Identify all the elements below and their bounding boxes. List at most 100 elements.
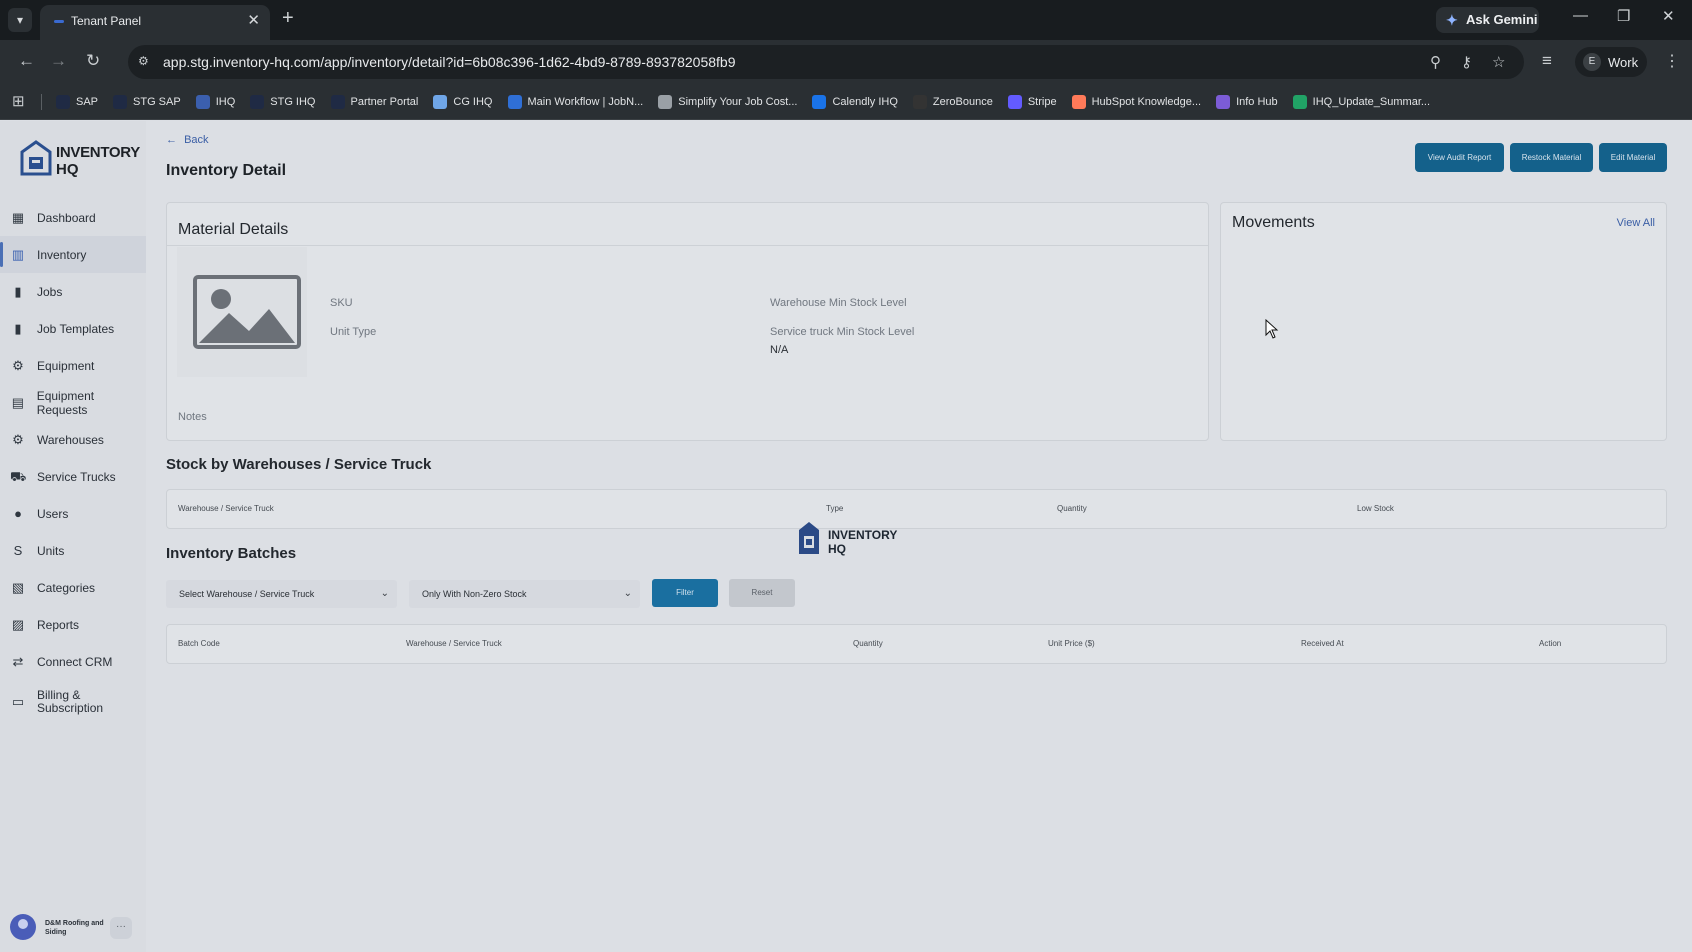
sidebar-icon: ▨ bbox=[11, 616, 25, 632]
sidebar-item-billing-subscription[interactable]: ▭ Billing & Subscription bbox=[0, 680, 146, 724]
bookmark-star-icon[interactable]: ☆ bbox=[1492, 53, 1505, 71]
bookmark-item[interactable]: ZeroBounce bbox=[912, 95, 993, 109]
stock-col-type: Type bbox=[826, 504, 844, 513]
site-info-icon[interactable]: ⚙ bbox=[138, 54, 149, 68]
bookmark-item[interactable]: SAP bbox=[56, 95, 98, 109]
bookmark-favicon-icon bbox=[812, 95, 827, 109]
ask-gemini-button[interactable]: ✦ Ask Gemini bbox=[1436, 7, 1539, 33]
back-link[interactable]: ← Back bbox=[166, 134, 209, 146]
movements-title: Movements bbox=[1232, 214, 1315, 231]
bookmark-item[interactable]: Simplify Your Job Cost... bbox=[658, 95, 797, 109]
reset-button[interactable]: Reset bbox=[729, 579, 795, 607]
stock-col-low-stock: Low Stock bbox=[1357, 504, 1394, 513]
bookmark-list: SAP STG SAP IHQ STG IHQ Partner Portal CG IHQ… bbox=[56, 84, 1445, 120]
bookmark-item[interactable]: HubSpot Knowledge... bbox=[1071, 95, 1202, 109]
bookmark-item[interactable]: CG IHQ bbox=[433, 95, 493, 109]
stock-section-title: Stock by Warehouses / Service Truck bbox=[166, 456, 432, 473]
window-close-icon[interactable]: ✕ bbox=[1662, 7, 1675, 25]
reload-icon[interactable]: ↻ bbox=[86, 51, 100, 71]
browser-tab-bar: ▾ Tenant Panel ✕ + ✦ Ask Gemini — ❐ ✕ bbox=[0, 0, 1692, 40]
sidebar-item-label: Jobs bbox=[37, 284, 63, 299]
stock-col-warehouse: Warehouse / Service Truck bbox=[178, 504, 274, 513]
bookmarks-bar: ⊞ SAP STG SAP IHQ STG IHQ Partner Portal CG I… bbox=[0, 84, 1692, 120]
bookmarks-divider bbox=[41, 94, 42, 110]
tab-title: Tenant Panel bbox=[71, 14, 142, 28]
bookmark-favicon-icon bbox=[433, 95, 448, 109]
sidebar-item-label: Users bbox=[37, 506, 69, 521]
view-audit-report-button[interactable]: View Audit Report bbox=[1415, 143, 1504, 172]
password-key-icon[interactable]: ⚷ bbox=[1461, 53, 1472, 71]
minimize-icon[interactable]: — bbox=[1573, 7, 1588, 24]
bookmark-item[interactable]: Calendly IHQ bbox=[812, 95, 898, 109]
sidebar-item-connect-crm[interactable]: ⇄ Connect CRM bbox=[0, 643, 146, 680]
stock-filter-select[interactable]: Only With Non-Zero Stock ⌄ bbox=[409, 580, 640, 608]
bookmark-item[interactable]: Main Workflow | JobN... bbox=[507, 95, 643, 109]
sidebar-item-dashboard[interactable]: ▦ Dashboard bbox=[0, 199, 146, 236]
sidebar: INVENTORY HQ ▦ Dashboard ▥ Inventory ▮ Jobs ▮ J… bbox=[0, 121, 146, 952]
sidebar-item-units[interactable]: S Units bbox=[0, 532, 146, 569]
tab-search-chevron-icon[interactable]: ▾ bbox=[8, 8, 32, 32]
sidebar-item-service-trucks[interactable]: ⛟ Service Trucks bbox=[0, 458, 146, 495]
omnibox[interactable]: ⚙ app.stg.inventory-hq.com/app/inventory… bbox=[128, 45, 1524, 79]
sidebar-icon: ⚙ bbox=[12, 357, 24, 373]
back-arrow-icon[interactable]: ← bbox=[18, 51, 35, 71]
browser-tab[interactable]: Tenant Panel ✕ bbox=[40, 5, 270, 40]
forward-arrow-icon[interactable]: → bbox=[50, 51, 67, 71]
restore-icon[interactable]: ❐ bbox=[1617, 7, 1630, 25]
profile-avatar: E bbox=[1583, 53, 1601, 71]
new-tab-icon[interactable]: + bbox=[282, 7, 294, 30]
loading-logo: INVENTORY HQ bbox=[798, 521, 918, 557]
url-text[interactable]: app.stg.inventory-hq.com/app/inventory/d… bbox=[163, 54, 735, 70]
media-queue-icon[interactable]: ≡ bbox=[1542, 51, 1552, 71]
filter-button[interactable]: Filter bbox=[652, 579, 718, 607]
bookmark-item[interactable]: Partner Portal bbox=[330, 95, 418, 109]
sidebar-item-equipment-requests[interactable]: ▤ Equipment Requests bbox=[0, 384, 146, 421]
sidebar-item-label: Dashboard bbox=[37, 210, 96, 225]
zoom-icon[interactable]: ⚲ bbox=[1430, 53, 1441, 71]
company-switcher[interactable]: D&M Roofing and Siding ··· bbox=[10, 914, 136, 942]
warehouse-select[interactable]: Select Warehouse / Service Truck ⌄ bbox=[166, 580, 397, 608]
sidebar-item-label: Categories bbox=[37, 580, 96, 595]
sidebar-icon: ▭ bbox=[11, 694, 25, 709]
main-content: ← Back Inventory Detail View Audit Repor… bbox=[146, 121, 1692, 952]
bookmark-label: ZeroBounce bbox=[932, 96, 993, 108]
bookmark-item[interactable]: IHQ bbox=[195, 95, 235, 109]
sidebar-item-users[interactable]: ● Users bbox=[0, 495, 146, 532]
edit-material-button[interactable]: Edit Material bbox=[1599, 143, 1667, 172]
bookmark-item[interactable]: STG SAP bbox=[113, 95, 181, 109]
truck-min-stock-value: N/A bbox=[770, 344, 789, 356]
address-bar-row: ← → ↻ ⚙ app.stg.inventory-hq.com/app/inv… bbox=[0, 40, 1692, 84]
batches-col-received-at: Received At bbox=[1301, 639, 1344, 648]
browser-menu-icon[interactable]: ⋮ bbox=[1664, 51, 1680, 71]
chevron-down-icon: ⌄ bbox=[623, 588, 632, 599]
restock-material-button[interactable]: Restock Material bbox=[1510, 143, 1593, 172]
bookmark-item[interactable]: Stripe bbox=[1007, 95, 1057, 109]
sidebar-item-label: Billing & Subscription bbox=[37, 688, 104, 715]
company-name: D&M Roofing and Siding bbox=[45, 920, 104, 936]
inventory-hq-logo[interactable]: INVENTORY HQ bbox=[20, 139, 140, 179]
bookmark-item[interactable]: Info Hub bbox=[1216, 95, 1278, 109]
sidebar-icon: S bbox=[13, 542, 23, 558]
company-more-button[interactable]: ··· bbox=[110, 917, 132, 939]
tab-close-icon[interactable]: ✕ bbox=[247, 11, 260, 29]
gemini-sparkle-icon: ✦ bbox=[1446, 12, 1458, 28]
bookmark-favicon-icon bbox=[1292, 95, 1307, 109]
sidebar-item-reports[interactable]: ▨ Reports bbox=[0, 606, 146, 643]
sidebar-item-jobs[interactable]: ▮ Jobs bbox=[0, 273, 146, 310]
sidebar-item-warehouses[interactable]: ⚙ Warehouses bbox=[0, 421, 146, 458]
bookmark-item[interactable]: STG IHQ bbox=[250, 95, 316, 109]
chevron-down-icon: ⌄ bbox=[380, 588, 389, 599]
sidebar-item-categories[interactable]: ▧ Categories bbox=[0, 569, 146, 606]
bookmark-item[interactable]: IHQ_Update_Summar... bbox=[1292, 95, 1430, 109]
view-all-link[interactable]: View All bbox=[1617, 217, 1655, 229]
sidebar-item-equipment[interactable]: ⚙ Equipment bbox=[0, 347, 146, 384]
profile-label: Work bbox=[1608, 55, 1639, 70]
sidebar-item-job-templates[interactable]: ▮ Job Templates bbox=[0, 310, 146, 347]
apps-grid-icon[interactable]: ⊞ bbox=[12, 92, 25, 110]
image-placeholder-icon bbox=[177, 247, 307, 377]
mouse-cursor-icon bbox=[1265, 319, 1279, 339]
profile-button[interactable]: E Work bbox=[1575, 47, 1647, 77]
bookmark-label: HubSpot Knowledge... bbox=[1091, 96, 1202, 108]
sidebar-item-inventory[interactable]: ▥ Inventory bbox=[0, 236, 146, 273]
sidebar-icon: ▥ bbox=[11, 246, 25, 262]
